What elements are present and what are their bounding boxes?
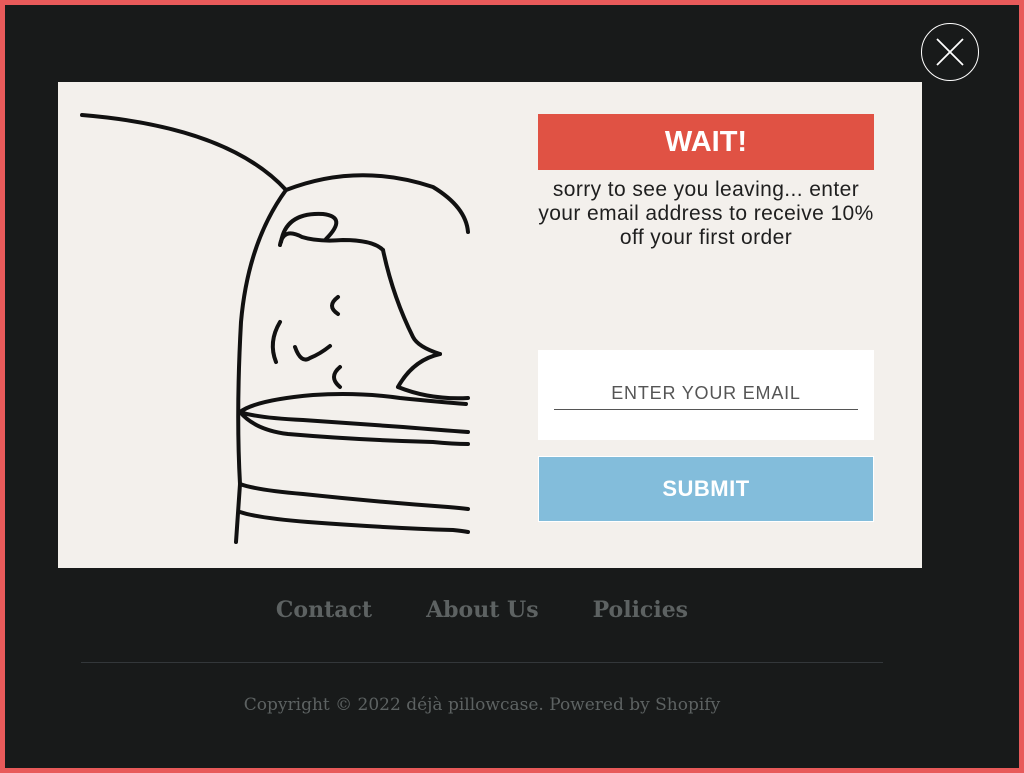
footer-link-contact[interactable]: Contact bbox=[276, 597, 372, 623]
footer-divider bbox=[81, 662, 883, 663]
copyright-text: Copyright © 2022 déjà pillowcase. Powere… bbox=[243, 695, 721, 715]
close-icon bbox=[936, 38, 964, 66]
footer-link-about-us[interactable]: About Us bbox=[426, 597, 539, 623]
email-popup-modal: WAIT! sorry to see you leaving... enter … bbox=[58, 82, 922, 568]
close-popup-button[interactable] bbox=[921, 23, 979, 81]
email-input[interactable] bbox=[554, 378, 858, 410]
submit-button[interactable]: SUBMIT bbox=[538, 456, 874, 522]
sleeping-person-illustration bbox=[80, 113, 470, 544]
footer-nav: Contact About Us Policies bbox=[5, 597, 959, 623]
footer-link-policies[interactable]: Policies bbox=[593, 597, 688, 623]
email-field-container bbox=[538, 350, 874, 440]
popup-message: sorry to see you leaving... enter your e… bbox=[538, 178, 874, 249]
wait-heading: WAIT! bbox=[538, 114, 874, 170]
page-frame: WAIT! sorry to see you leaving... enter … bbox=[5, 5, 1019, 768]
